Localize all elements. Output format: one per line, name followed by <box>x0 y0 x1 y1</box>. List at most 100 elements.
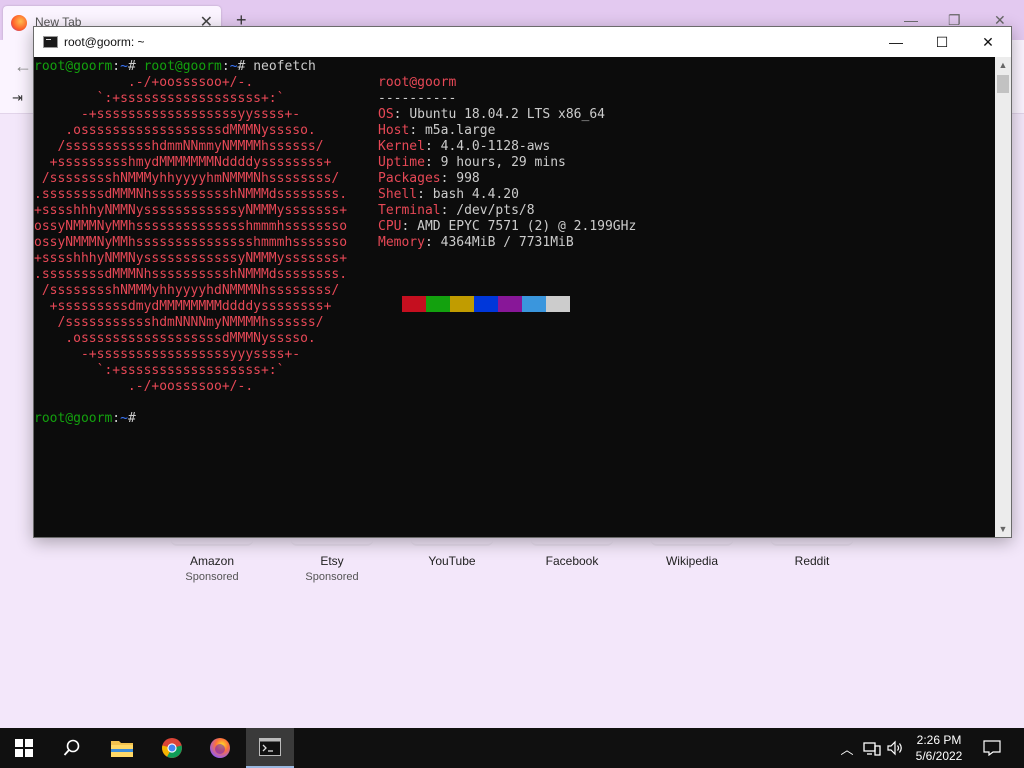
shortcut-label: Etsy <box>320 554 344 568</box>
maximize-button[interactable]: ☐ <box>919 27 965 57</box>
shortcut-tile <box>771 540 853 546</box>
info-value: 9 hours, 29 mins <box>440 155 566 170</box>
ascii-logo-line: `:+ssssssssssssssssss+:` <box>34 363 285 378</box>
shortcut-tile <box>291 540 373 546</box>
prompt-separator: : <box>112 411 121 426</box>
firefox-icon <box>11 15 27 31</box>
info-key: Memory <box>378 235 425 250</box>
terminal-titlebar[interactable]: root@goorm: ~ — ☐ ✕ <box>34 27 1011 57</box>
color-swatch <box>426 296 450 312</box>
color-palette <box>402 296 570 312</box>
info-key-separator: : <box>401 219 418 234</box>
shortcut-tile <box>411 540 493 546</box>
info-key: CPU <box>378 219 402 234</box>
ascii-logo-line: /sssssssshNMMMyhhyyyyhmNMMMNhssssssss/ <box>34 171 340 186</box>
terminal-output[interactable]: root@goorm:~# root@goorm:~# neofetch .-/… <box>34 57 995 537</box>
echoed-prompt-user: root@goorm <box>143 59 222 74</box>
clock[interactable]: 2:26 PM 5/6/2022 <box>906 732 972 764</box>
taskbar-file-explorer[interactable] <box>98 728 146 768</box>
shortcut-label: Reddit <box>794 554 830 568</box>
info-key-separator: : <box>417 187 433 202</box>
start-button[interactable] <box>0 728 48 768</box>
ascii-logo-line: /sssssssshNMMMyhhyyyyhdNMMMNhssssssss/ <box>34 283 340 298</box>
shortcut-etsy[interactable]: Etsy Sponsored <box>272 540 392 583</box>
search-icon <box>63 739 80 756</box>
console-icon <box>43 36 58 48</box>
info-value: Ubuntu 18.04.2 LTS x86_64 <box>409 107 605 122</box>
sponsored-label: Sponsored <box>185 571 239 583</box>
shortcut-tile <box>171 540 253 546</box>
shortcut-youtube[interactable]: YouTube <box>392 540 512 568</box>
prompt-line: root@goorm:~# root@goorm:~# neofetch <box>34 59 316 75</box>
top-sites-shortcuts: Amazon Sponsored Etsy Sponsored YouTube … <box>152 540 872 590</box>
ascii-logo-line: -+ssssssssssssssssssyyssss+- <box>34 107 301 122</box>
command-text: neofetch <box>253 59 316 74</box>
scroll-up-icon[interactable]: ▲ <box>995 57 1011 73</box>
ascii-logo-line: +sssshhhyNMMNyssssssssssssyNMMMysssssss+ <box>34 203 348 218</box>
info-row-terminal: Terminal: /dev/pts/8 <box>378 203 535 219</box>
back-arrow-icon[interactable]: ← <box>14 56 32 77</box>
ascii-logo-line: -+sssssssssssssssssyyyssss+- <box>34 347 301 362</box>
info-key: Shell <box>378 187 418 202</box>
network-icon[interactable] <box>860 728 884 768</box>
volume-icon[interactable] <box>884 728 906 768</box>
minimize-button[interactable]: — <box>873 27 919 57</box>
taskbar-firefox[interactable] <box>196 728 244 768</box>
info-row-packages: Packages: 998 <box>378 171 480 187</box>
show-hidden-icons-chevron[interactable]: ︿ <box>838 728 856 768</box>
prompt-line-current[interactable]: root@goorm:~# <box>34 411 144 427</box>
prompt-user: root@goorm <box>34 59 113 74</box>
folder-icon <box>111 741 133 757</box>
info-key: Packages <box>378 171 441 186</box>
notifications-icon[interactable] <box>978 728 1006 768</box>
scroll-down-icon[interactable]: ▼ <box>995 521 1011 537</box>
shortcut-label: Wikipedia <box>665 554 719 568</box>
terminal-scrollbar[interactable]: ▲ ▼ <box>995 57 1011 537</box>
color-swatch <box>402 296 426 312</box>
shortcut-wikipedia[interactable]: Wikipedia <box>632 540 752 568</box>
ascii-logo-line: /ssssssssssshdmNNNNmyNMMMMhssssss/ <box>34 315 324 330</box>
info-header: root@goorm <box>378 75 457 90</box>
shortcut-label: Facebook <box>545 554 599 568</box>
taskbar-chrome[interactable] <box>148 728 196 768</box>
color-swatch <box>450 296 474 312</box>
info-key-separator: : <box>424 155 441 170</box>
info-row-uptime: Uptime: 9 hours, 29 mins <box>378 155 566 171</box>
notification-glyph <box>983 740 1001 756</box>
info-key-separator: : <box>440 171 457 186</box>
info-row-os: OS: Ubuntu 18.04.2 LTS x86_64 <box>378 107 605 123</box>
info-value: AMD EPYC 7571 (2) @ 2.199GHz <box>417 219 637 234</box>
info-value: 4364MiB / 7731MiB <box>440 235 574 250</box>
info-row-kernel: Kernel: 4.4.0-1128-aws <box>378 139 550 155</box>
info-key-separator: : <box>440 203 457 218</box>
info-key: Terminal <box>378 203 441 218</box>
info-key: Uptime <box>378 155 425 170</box>
shortcut-amazon[interactable]: Amazon Sponsored <box>152 540 272 583</box>
terminal-window: root@goorm: ~ — ☐ ✕ root@goorm:~# root@g… <box>33 26 1012 538</box>
ascii-logo-line: ossyNMMMNyMMhssssssssssssssshmmmhsssssso <box>34 235 348 250</box>
info-value: bash 4.4.20 <box>432 187 519 202</box>
info-row-shell: Shell: bash 4.4.20 <box>378 187 519 203</box>
windows-logo-icon <box>15 739 33 757</box>
taskbar-terminal[interactable] <box>246 728 294 768</box>
prompt-path: ~ <box>120 59 128 74</box>
close-button[interactable]: ✕ <box>965 27 1011 57</box>
clock-time: 2:26 PM <box>916 733 962 747</box>
chrome-icon <box>162 738 182 758</box>
sign-in-icon[interactable]: ⇥ <box>12 90 23 106</box>
prompt-path: ~ <box>120 411 128 426</box>
ascii-logo-line: .ossssssssssssssssssdMMMNysssso. <box>34 123 316 138</box>
shortcut-facebook[interactable]: Facebook <box>512 540 632 568</box>
shortcut-tile <box>651 540 733 546</box>
echoed-prompt-separator: : <box>221 59 230 74</box>
info-value: 4.4.0-1128-aws <box>440 139 551 154</box>
info-row-memory: Memory: 4364MiB / 7731MiB <box>378 235 574 251</box>
info-key-separator: : <box>424 139 441 154</box>
color-swatch <box>474 296 498 312</box>
color-swatch <box>498 296 522 312</box>
sponsored-label: Sponsored <box>305 571 359 583</box>
ascii-logo-line: /ssssssssssshdmmNNmmyNMMMMhssssss/ <box>34 139 324 154</box>
shortcut-reddit[interactable]: Reddit <box>752 540 872 568</box>
scroll-thumb[interactable] <box>997 75 1009 93</box>
search-button[interactable] <box>48 728 96 768</box>
